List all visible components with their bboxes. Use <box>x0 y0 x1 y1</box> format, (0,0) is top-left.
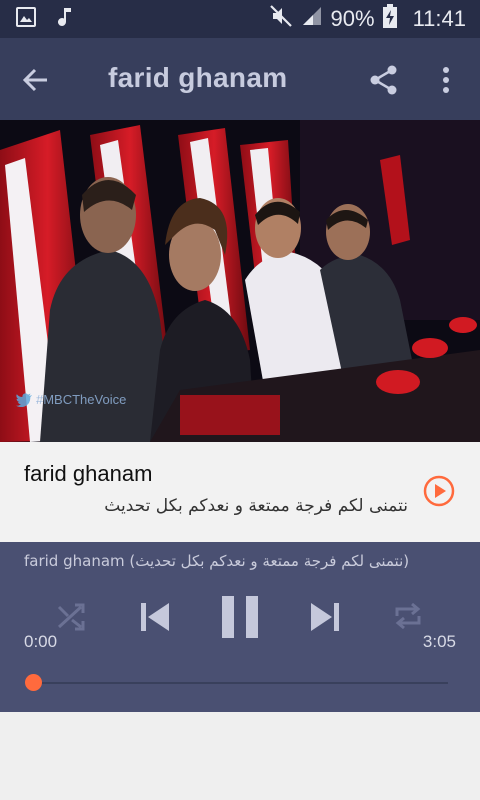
shuffle-icon[interactable] <box>56 600 88 632</box>
track-subtitle: نتمنى لكم فرجة ممتعة و نعدكم بكل تحديث <box>104 496 408 516</box>
now-playing-caption: farid ghanam (نتمنى لكم فرجة ممتعة و نعد… <box>24 552 410 570</box>
back-arrow-icon[interactable] <box>20 64 52 96</box>
page-title: farid ghanam <box>108 62 288 93</box>
share-icon[interactable] <box>368 64 400 96</box>
toolbar: farid ghanam <box>0 38 480 120</box>
track-info-card[interactable]: farid ghanam نتمنى لكم فرجة ممتعة و نعدك… <box>0 442 480 542</box>
signal-icon <box>301 5 323 33</box>
status-bar: 90% 11:41 <box>0 0 480 38</box>
empty-area <box>0 712 480 800</box>
mute-icon <box>269 4 293 34</box>
current-time: 0:00 <box>24 632 58 651</box>
skip-previous-icon[interactable] <box>138 600 172 634</box>
watermark-text: #MBCTheVoice <box>36 392 127 407</box>
video-watermark: #MBCTheVoice <box>16 392 126 407</box>
pause-icon[interactable] <box>220 594 260 640</box>
image-notification-icon <box>16 7 36 31</box>
battery-charging-icon <box>382 4 397 34</box>
duration: 3:05 <box>422 632 456 651</box>
clock: 11:41 <box>412 6 466 31</box>
music-notification-icon <box>58 6 74 32</box>
twitter-bird-icon <box>16 392 32 407</box>
video-player[interactable]: #MBCTheVoice <box>0 120 480 442</box>
music-player: farid ghanam (نتمنى لكم فرجة ممتعة و نعد… <box>0 542 480 712</box>
repeat-icon[interactable] <box>392 600 424 632</box>
play-circle-icon[interactable] <box>422 474 456 508</box>
seek-thumb[interactable] <box>25 674 42 691</box>
skip-next-icon[interactable] <box>308 600 342 634</box>
seek-bar[interactable] <box>33 682 448 684</box>
more-vert-icon[interactable] <box>438 64 454 96</box>
battery-text: 90% <box>330 6 375 31</box>
track-title: farid ghanam <box>24 461 153 486</box>
